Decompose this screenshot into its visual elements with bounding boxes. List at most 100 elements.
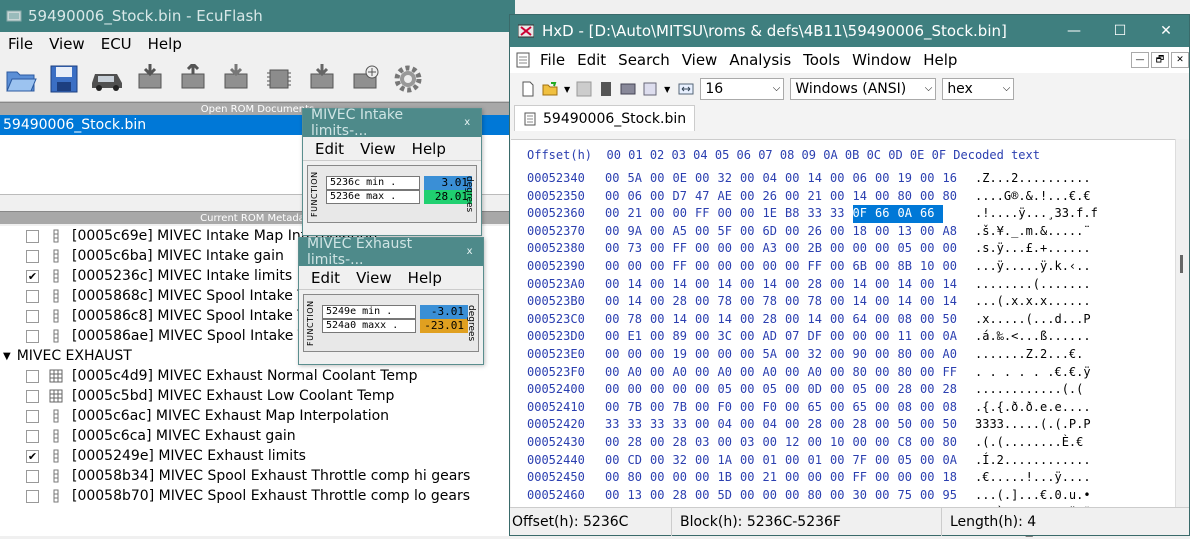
hex-byte[interactable]: 7F [853, 452, 876, 470]
hex-byte[interactable]: 5A [628, 170, 651, 188]
hex-byte[interactable]: 6B [853, 258, 876, 276]
hex-row[interactable]: 000523B0 00 14 00 28 00 78 00 78 00 78 00 14 00 14 00 14… [527, 293, 1135, 311]
hex-byte[interactable]: 00 [695, 276, 718, 294]
hex-byte[interactable]: 33 [830, 205, 853, 223]
hex-byte[interactable]: 00 [808, 434, 831, 452]
hex-byte[interactable]: 18 [943, 469, 966, 487]
hex-byte[interactable]: 00 [785, 240, 808, 258]
hex-byte[interactable]: 5A [763, 346, 786, 364]
checkbox[interactable] [26, 229, 39, 243]
hex-byte[interactable]: 00 [785, 258, 808, 276]
tree-item[interactable]: ✔ [0005249e] MIVEC Exhaust limits [0, 446, 515, 466]
hex-byte[interactable]: 00 [943, 258, 966, 276]
hex-byte[interactable]: 05 [898, 452, 921, 470]
hex-byte[interactable]: 7B [673, 399, 696, 417]
decoded-text[interactable]: ........(....... [975, 276, 1135, 294]
hex-byte[interactable]: 00 [650, 452, 673, 470]
hex-byte[interactable]: 00 [605, 223, 628, 241]
close-icon[interactable]: ✕ [1143, 23, 1189, 39]
hex-row[interactable]: 00052390 00 00 00 FF 00 00 00 00 00 FF 00 6B 00 8B 10 00… [527, 258, 1135, 276]
hex-byte[interactable]: 00 [695, 416, 718, 434]
hex-byte[interactable]: 00 [695, 240, 718, 258]
hex-byte[interactable]: 21 [808, 188, 831, 206]
hex-byte[interactable]: 00 [695, 487, 718, 505]
hex-byte[interactable]: 00 [875, 487, 898, 505]
hex-byte[interactable]: FF [943, 364, 966, 382]
hex-byte[interactable]: 0A [943, 452, 966, 470]
hex-byte[interactable]: 00 [740, 293, 763, 311]
hex-byte[interactable]: 00 [673, 381, 696, 399]
hex-row[interactable]: 00052460 00 13 00 28 00 5D 00 00 00 80 00 30 00 75 00 95… [527, 487, 1135, 505]
hex-byte[interactable]: 00 [605, 170, 628, 188]
hex-byte[interactable]: F0 [763, 399, 786, 417]
hex-byte[interactable]: 01 [763, 452, 786, 470]
hex-byte[interactable]: 0E [673, 170, 696, 188]
checkbox[interactable] [26, 369, 39, 383]
hex-byte[interactable]: A0 [943, 346, 966, 364]
decoded-text[interactable]: . . . . . .€.€.ÿ [975, 364, 1135, 382]
hex-editor[interactable]: Offset(h) 00 01 02 03 04 05 06 07 08 09 … [511, 139, 1175, 537]
hex-byte[interactable]: 00 [875, 381, 898, 399]
hex-row[interactable]: 000523E0 00 00 00 19 00 00 00 5A 00 32 00 90 00 80 00 A0… [527, 346, 1135, 364]
save-file-icon[interactable] [576, 81, 592, 97]
hex-byte[interactable]: 00 [695, 452, 718, 470]
charset-select[interactable]: Windows (ANSI) ⌵ [790, 78, 937, 100]
hex-byte[interactable]: 00 [920, 188, 943, 206]
hex-byte[interactable]: FF [673, 240, 696, 258]
hex-byte[interactable]: 33 [650, 416, 673, 434]
hex-byte[interactable]: 00 [673, 469, 696, 487]
hex-byte[interactable]: 00 [605, 399, 628, 417]
hex-byte[interactable]: 00 [650, 170, 673, 188]
hex-byte[interactable]: 00 [695, 346, 718, 364]
hex-byte[interactable]: A0 [718, 364, 741, 382]
hex-byte[interactable]: 00 [785, 311, 808, 329]
hex-byte[interactable]: 00 [763, 258, 786, 276]
hex-byte[interactable]: 00 [875, 469, 898, 487]
hex-byte[interactable]: 00 [740, 188, 763, 206]
hex-byte[interactable]: 33 [808, 205, 831, 223]
hex-byte[interactable]: 00 [740, 276, 763, 294]
hex-byte[interactable]: 00 [785, 170, 808, 188]
hex-byte[interactable]: FF [695, 205, 718, 223]
hex-byte[interactable]: 8B [898, 258, 921, 276]
hex-byte[interactable]: 00 [740, 346, 763, 364]
disk-icon[interactable] [620, 81, 636, 97]
hex-byte[interactable]: 00 [920, 364, 943, 382]
hex-byte[interactable]: 00 [740, 399, 763, 417]
hex-byte[interactable]: 14 [853, 276, 876, 294]
hex-byte[interactable]: 13 [628, 487, 651, 505]
decoded-text[interactable]: .Z...2.......... [975, 170, 1135, 188]
hex-byte[interactable]: 00 [650, 328, 673, 346]
hex-byte[interactable]: 0A [943, 328, 966, 346]
hex-byte[interactable]: 00 [740, 416, 763, 434]
checkbox[interactable] [26, 469, 39, 483]
hex-byte[interactable]: 28 [628, 434, 651, 452]
hex-byte[interactable]: 00 [605, 205, 628, 223]
hex-byte[interactable]: D7 [673, 188, 696, 206]
exhaust-min-value[interactable]: -3.01 [420, 305, 468, 319]
tree-item[interactable]: [0005c4d9] MIVEC Exhaust Normal Coolant … [0, 366, 515, 386]
hxd-titlebar[interactable]: HxD - [D:\Auto\MITSU\roms & defs\4B11\59… [510, 15, 1189, 47]
hex-byte[interactable]: 00 [740, 170, 763, 188]
hex-byte[interactable]: 00 [830, 328, 853, 346]
hex-byte[interactable]: 5F [718, 223, 741, 241]
hex-byte[interactable]: 07 [785, 328, 808, 346]
hex-byte[interactable]: 33 [673, 416, 696, 434]
hex-byte[interactable]: 14 [808, 311, 831, 329]
hex-byte[interactable]: 78 [763, 293, 786, 311]
decoded-text[interactable]: ...(.]...€.0.u.• [975, 487, 1135, 505]
hex-byte[interactable]: 00 [740, 328, 763, 346]
decoded-text[interactable]: .x.....(...d...P [975, 311, 1135, 329]
hex-byte[interactable]: 03 [740, 434, 763, 452]
hex-row[interactable]: 00052410 00 7B 00 7B 00 F0 00 F0 00 65 00 65 00 08 00 08… [527, 399, 1135, 417]
hxd-menu-edit[interactable]: Edit [571, 51, 612, 69]
hex-byte[interactable]: 00 [695, 293, 718, 311]
hex-byte[interactable]: 00 [695, 311, 718, 329]
hex-byte[interactable]: 21 [628, 205, 651, 223]
hex-byte[interactable]: 00 [718, 346, 741, 364]
maximize-icon[interactable]: ☐ [1097, 23, 1143, 39]
hxd-menu-search[interactable]: Search [612, 51, 676, 69]
hex-byte[interactable]: 19 [673, 346, 696, 364]
menu-help[interactable]: Help [140, 35, 190, 53]
hex-byte[interactable]: AE [718, 188, 741, 206]
